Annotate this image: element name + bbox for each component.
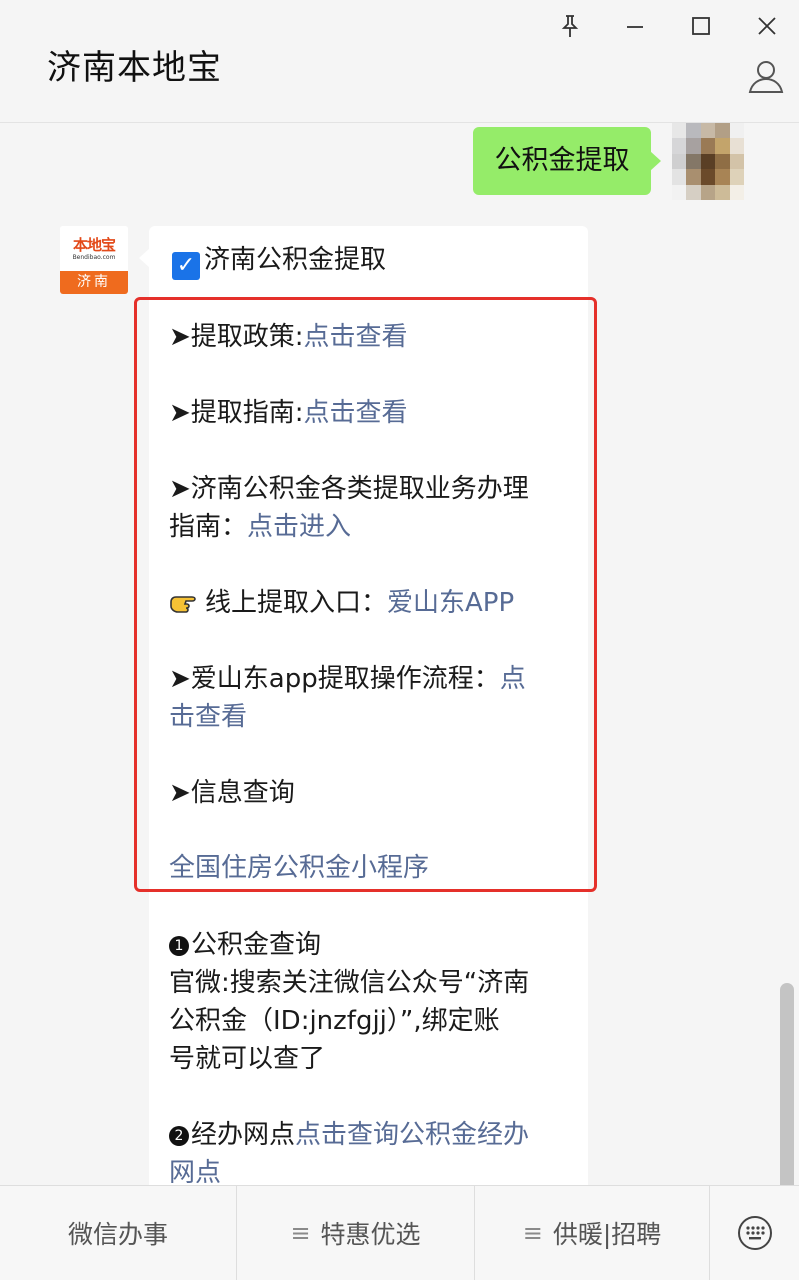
item-business-guide-2: 指南：点击进入 [169, 512, 352, 542]
query-line-1: 官微:搜索关注微信公众号“济南 [169, 968, 530, 998]
link-app-process-2[interactable]: 击查看 [169, 702, 247, 732]
item-withdraw-policy: ➤提取政策:点击查看 [169, 322, 408, 352]
bottom-menu: 微信办事 ≡ 特惠优选 ≡ 供暖|招聘 [0, 1185, 799, 1280]
chat-title: 济南本地宝 [47, 48, 222, 88]
menu-list-icon: ≡ [290, 1219, 311, 1247]
link-office[interactable]: 点击查询公积金经办 [295, 1120, 529, 1150]
link-business-guide[interactable]: 点击进入 [247, 512, 351, 542]
pin-icon[interactable] [552, 8, 588, 44]
scrollbar[interactable] [780, 983, 794, 1185]
query-title: 1 公积金查询 [169, 926, 321, 964]
item-info-query: ➤信息查询 [169, 778, 295, 808]
link-app-process[interactable]: 点 [500, 664, 526, 694]
outgoing-message[interactable]: 公积金提取 [473, 127, 661, 195]
avatar-domain: Bendibao.com [72, 253, 116, 261]
query-line-2: 公积金（ID:jnzfgjj）”,绑定账 [169, 1006, 500, 1036]
item-online-entry: 线上提取入口：爱山东APP [169, 584, 514, 627]
item-app-process: ➤爱山东app提取操作流程：点 [169, 664, 526, 694]
menu-item-label: 微信办事 [67, 1220, 168, 1249]
link-withdraw-guide[interactable]: 点击查看 [304, 398, 408, 428]
title-bar: 济南本地宝 [0, 0, 799, 123]
minimize-icon[interactable] [617, 8, 653, 44]
person-icon[interactable] [746, 56, 786, 96]
message-heading: ✓ 济南公积金提取 [172, 241, 386, 280]
query-line-3: 号就可以查了 [169, 1044, 326, 1074]
close-icon[interactable] [749, 8, 785, 44]
chat-area[interactable]: 公积金提取 本地宝 Bendibao.com 济南 ✓ 济南公积金提取 ➤提取政策… [0, 123, 799, 1185]
office-line-2: 网点 [169, 1154, 221, 1185]
item-mini-program: 全国住房公积金小程序 [169, 849, 429, 887]
menu-item-label: 供暖|招聘 [552, 1220, 662, 1249]
number-two-icon: 2 [169, 1126, 189, 1146]
menu-special-offers[interactable]: ≡ 特惠优选 [237, 1186, 475, 1280]
pointing-hand-icon [169, 589, 205, 627]
checkbox-icon: ✓ [172, 252, 200, 280]
self-avatar[interactable] [672, 123, 744, 200]
link-office-2[interactable]: 网点 [169, 1158, 221, 1185]
maximize-icon[interactable] [683, 8, 719, 44]
item-business-guide: ➤济南公积金各类提取业务办理 [169, 474, 529, 504]
office-line: 2 经办网点点击查询公积金经办 [169, 1116, 529, 1154]
menu-list-icon: ≡ [522, 1219, 543, 1247]
item-app-process-2: 击查看 [169, 698, 247, 736]
menu-item-label: 特惠优选 [320, 1220, 421, 1249]
bot-avatar[interactable]: 本地宝 Bendibao.com 济南 [60, 226, 128, 294]
number-one-icon: 1 [169, 936, 189, 956]
avatar-logo: 本地宝 [72, 235, 116, 254]
link-withdraw-policy[interactable]: 点击查看 [304, 322, 408, 352]
link-aishandong-app[interactable]: 爱山东APP [387, 588, 514, 618]
avatar-city: 济南 [60, 271, 128, 294]
keyboard-icon[interactable] [710, 1186, 799, 1280]
link-mini-program[interactable]: 全国住房公积金小程序 [169, 853, 429, 883]
menu-heating-jobs[interactable]: ≡ 供暖|招聘 [475, 1186, 710, 1280]
menu-wechat-services[interactable]: 微信办事 [0, 1186, 237, 1280]
item-withdraw-guide: ➤提取指南:点击查看 [169, 398, 408, 428]
